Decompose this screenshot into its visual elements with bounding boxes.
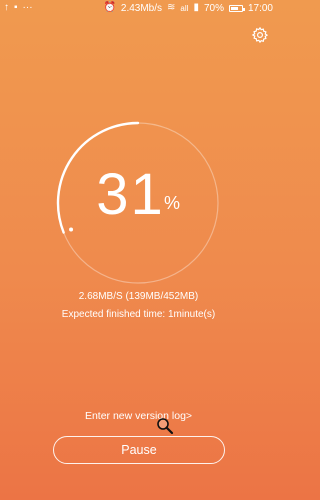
battery-icon (228, 4, 245, 12)
pause-button[interactable]: Pause (53, 436, 225, 464)
magnifier-cursor-icon (156, 417, 174, 435)
upload-icon: ↑ (4, 2, 9, 13)
status-bar-right: ⏰ 2.43Mb/s ≋ all ▮ 70% 17:00 (103, 3, 273, 14)
signal-label: all (180, 3, 189, 13)
progress-ring: 31 % (53, 118, 223, 288)
more-dots-icon: ··· (22, 2, 33, 13)
gear-icon[interactable] (251, 26, 269, 44)
status-bar-left: ↑ ▪ ··· (4, 3, 33, 13)
signal-icon: ▮ (193, 2, 199, 13)
battery-percent: 70% (203, 2, 224, 14)
wifi-icon: ≋ (167, 2, 176, 13)
alarm-icon: ⏰ (103, 2, 116, 13)
expected-finish-time: Expected finished time: 1minute(s) (61, 309, 216, 320)
progress-percent-sign: % (164, 193, 181, 213)
clock: 17:00 (247, 2, 273, 14)
image-icon: ▪ (14, 2, 18, 13)
progress-head-dot (69, 227, 74, 232)
network-speed: 2.43Mb/s (120, 2, 163, 14)
status-bar: ↑ ▪ ··· ⏰ 2.43Mb/s ≋ all ▮ 70% 17:00 (0, 0, 277, 16)
version-log-link[interactable]: Enter new version log> (0, 410, 277, 422)
progress-percent-value: 31 (96, 162, 165, 227)
download-speed-info: 2.68MB/S (139MB/452MB) (78, 291, 199, 302)
